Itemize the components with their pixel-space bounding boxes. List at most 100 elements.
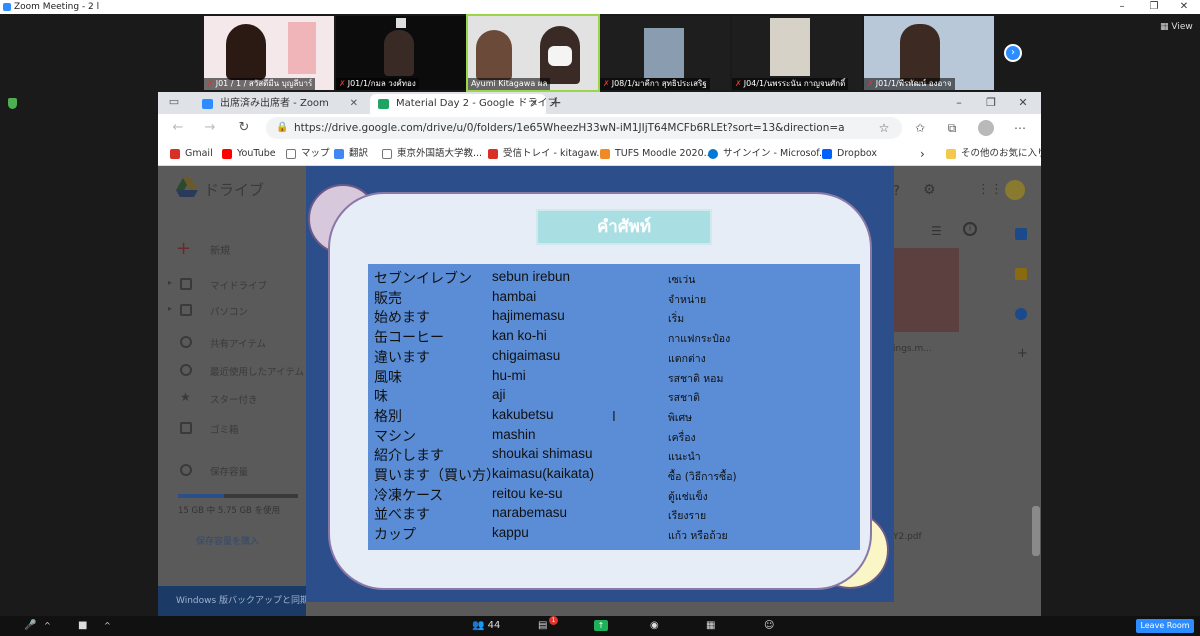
mute-mic-icon[interactable]: 🎤 [24,619,36,633]
vocab-japanese: 紹介します [374,448,444,465]
zoom-favicon-icon [202,99,213,109]
participant-tile-active[interactable]: Ayumi Kitagawa ผล [466,14,600,92]
nav-my-drive[interactable]: マイドライブ [180,278,267,292]
url-text: https://drive.google.com/drive/u/0/folde… [294,122,845,134]
next-page-button[interactable]: › [1004,44,1022,62]
help-icon[interactable]: ? [893,184,900,199]
minimize-icon[interactable]: – [944,94,974,112]
vocab-japanese: 始めます [374,310,430,327]
bookmark-tufs[interactable]: 東京外国語大学教... [382,142,482,166]
forward-icon[interactable]: → [200,118,220,138]
new-tab-icon[interactable]: + [550,94,562,112]
account-avatar[interactable] [1005,180,1025,200]
bookmark-translate[interactable]: 翻訳 [334,142,368,166]
participant-tile[interactable]: ✗ J01/1/กมล วงศ์ทอง [336,16,466,90]
participant-video [226,24,266,80]
list-view-icon[interactable]: ☰ [931,224,942,238]
close-icon[interactable]: ✕ [1170,0,1198,14]
tab-google-drive[interactable]: Material Day 2 - Google ドライブ ✕ [370,94,558,114]
vocab-row: マシン mashin เครื่อง [368,426,860,446]
vocab-row: 違います chigaimasu แตกต่าง [368,347,860,367]
participants-button[interactable]: 👥 44 [472,619,500,633]
tasks-icon[interactable] [1015,308,1027,320]
nav-recent[interactable]: 最近使用したアイテム [180,364,304,378]
chevron-up-icon[interactable]: ^ [104,619,111,633]
participant-tile[interactable]: ✗ J01/1/พีรพัฒน์ องอาจ [864,16,994,90]
reactions-icon[interactable]: ☺ [764,619,774,633]
participant-name: J04/1/นพรระนัน กาญจนศักดิ์ [743,79,846,88]
bookmark-inbox[interactable]: 受信トレイ - kitagaw... [488,142,605,166]
chevron-right-icon[interactable]: › [920,142,925,166]
participant-tile[interactable]: ✗ J08/1/มาคีกา สุทธิประเสริฐ [600,16,730,90]
nav-shared[interactable]: 共有アイテム [180,336,266,350]
minimize-icon[interactable]: – [1108,0,1136,14]
video-icon[interactable]: ■ [78,619,87,633]
gear-icon[interactable]: ⚙ [923,182,936,198]
muted-mic-icon: ✗ [735,79,742,88]
profile-avatar[interactable] [978,120,994,136]
buy-storage-button[interactable]: 保存容量を購入 [196,534,259,547]
nav-storage[interactable]: 保存容量 [180,464,248,478]
page-icon [286,149,296,159]
participant-name: Ayumi Kitagawa ผล [471,79,548,88]
close-tab-icon[interactable]: ✕ [350,94,358,114]
favorite-star-icon[interactable]: ☆ [876,120,892,136]
vocab-row: 並べます narabemasu เรียงราย [368,504,860,524]
tab-zoom-attendees[interactable]: 出席済み出席者 - Zoom ✕ [194,94,366,114]
other-bookmarks[interactable]: その他のお気に入り [946,142,1041,166]
url-input[interactable]: 🔒 https://drive.google.com/drive/u/0/fol… [266,117,902,139]
bookmark-microsoft[interactable]: サインイン - Microsof... [708,142,828,166]
file-thumbnail[interactable] [893,248,959,332]
bookmark-gmail[interactable]: Gmail [170,142,213,166]
restore-icon[interactable]: ❐ [976,94,1006,112]
view-button[interactable]: ▦ View [1160,22,1193,32]
my-drive-icon [180,278,192,290]
apps-grid-icon[interactable]: ⋮⋮ [977,182,1003,197]
nav-starred[interactable]: ★ スター付き [180,391,258,406]
add-addon-icon[interactable]: + [1017,346,1028,361]
leave-room-button[interactable]: Leave Room [1136,619,1194,633]
bookmark-moodle[interactable]: TUFS Moodle 2020... [600,142,713,166]
folder-icon [946,149,956,159]
participant-tile[interactable]: ✗ J04/1/นพรระนัน กาญจนศักดิ์ [732,16,862,90]
nav-computers[interactable]: パソコン [180,304,248,318]
vocab-row: 買います（買い方） kaimasu(kaikata) ซื้อ (วิธีการซื… [368,465,860,485]
page-icon [382,149,392,159]
refresh-icon[interactable]: ↻ [234,118,254,138]
new-plus-icon[interactable]: + [176,238,191,259]
vocab-romaji: reitou ke-su [492,485,563,501]
backup-banner[interactable]: Windows 版バックアップと同期 [158,586,306,616]
info-icon[interactable]: i [963,222,977,236]
vocab-thai: รสชาติ หอม [668,372,724,385]
vocab-thai: กาแฟกระป๋อง [668,333,731,346]
new-button[interactable]: 新規 [210,242,230,257]
vocab-romaji: shoukai shimasu [492,446,593,462]
keep-icon[interactable] [1015,268,1027,280]
share-screen-icon[interactable]: ↑ [594,620,608,631]
breakout-rooms-icon[interactable]: ▦ [706,619,715,633]
nav-trash[interactable]: ゴミ箱 [180,422,239,436]
vocab-japanese: 買います（買い方） [374,468,500,484]
tab-bar: ▭ 出席済み出席者 - Zoom ✕ Material Day 2 - Goog… [158,92,1041,114]
close-icon[interactable]: ✕ [1008,94,1038,112]
zoom-app-icon [3,3,11,11]
record-icon[interactable]: ◉ [650,619,659,633]
scrollbar[interactable] [1032,506,1040,556]
bookmark-youtube[interactable]: YouTube [222,142,276,166]
calendar-icon[interactable] [1015,228,1027,240]
favorites-icon[interactable]: ✩ [912,120,928,136]
tab-actions-icon[interactable]: ▭ [164,92,184,112]
bookmark-maps[interactable]: マップ [286,142,330,166]
close-tab-icon[interactable]: ✕ [530,94,538,114]
chat-icon[interactable]: ▤ [538,619,547,633]
vocab-table: セブンイレブン sebun irebun เซเว่น 販売 hambai จำหน่าย… [368,264,860,550]
maximize-icon[interactable]: ❐ [1140,0,1168,14]
expand-icon[interactable]: ▸ [168,278,172,287]
participant-tile[interactable]: ✗ J01 / 1 / สวัสดีมีน บุญลีบาร์ [204,16,334,90]
expand-icon[interactable]: ▸ [168,304,172,313]
bookmark-dropbox[interactable]: Dropbox [822,142,877,166]
collections-icon[interactable]: ⧉ [944,120,960,136]
chevron-up-icon[interactable]: ^ [44,619,51,633]
more-icon[interactable]: ⋯ [1012,120,1028,136]
back-icon[interactable]: ← [168,118,188,138]
